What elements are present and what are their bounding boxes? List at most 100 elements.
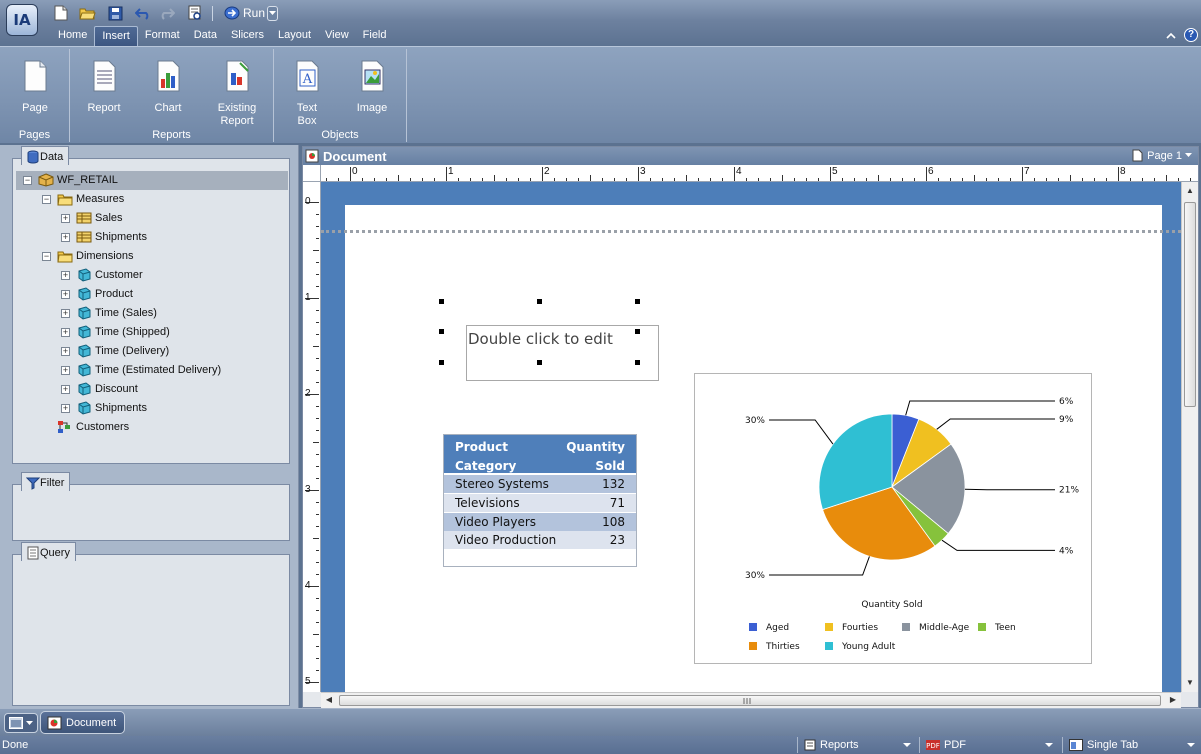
legend-label[interactable]: Aged xyxy=(766,623,789,633)
resize-handle[interactable] xyxy=(439,299,444,304)
undo-icon[interactable] xyxy=(134,4,152,22)
collapse-icon[interactable]: − xyxy=(42,195,51,204)
page-selector[interactable]: Page 1 xyxy=(1132,149,1192,162)
expand-icon[interactable]: + xyxy=(61,214,70,223)
collapse-icon[interactable]: − xyxy=(42,252,51,261)
expand-icon[interactable]: + xyxy=(61,347,70,356)
status-bar: Done Reports PDF PDF Single Tab xyxy=(0,736,1201,754)
column-header-quantity: Quantity xyxy=(566,440,625,454)
page-button[interactable]: Page xyxy=(17,59,53,115)
text-box[interactable]: Double click to edit xyxy=(466,325,659,381)
app-logo[interactable]: IA xyxy=(6,4,38,36)
tree-node-dimension[interactable]: + Time (Estimated Delivery) xyxy=(16,361,288,380)
tab-data[interactable]: Data xyxy=(187,26,224,46)
save-icon[interactable] xyxy=(106,4,124,22)
resize-handle[interactable] xyxy=(635,329,640,334)
legend-label[interactable]: Middle-Age xyxy=(919,623,970,633)
chart-button[interactable]: Chart xyxy=(148,59,188,115)
print-preview-icon[interactable] xyxy=(186,4,204,22)
expand-icon[interactable]: + xyxy=(61,328,70,337)
legend-label[interactable]: Teen xyxy=(994,623,1016,633)
legend-label[interactable]: Thirties xyxy=(765,642,800,652)
tree-node-dimension[interactable]: + Time (Sales) xyxy=(16,304,288,323)
ruler-tick xyxy=(842,178,843,181)
output-type-dropdown[interactable]: Reports xyxy=(797,737,917,753)
tab-format[interactable]: Format xyxy=(138,26,187,46)
tab-slicers[interactable]: Slicers xyxy=(224,26,271,46)
vertical-scrollbar[interactable]: ▲ ▼ xyxy=(1181,182,1198,692)
image-button[interactable]: Image xyxy=(352,59,392,115)
scroll-up-icon[interactable]: ▲ xyxy=(1183,184,1197,198)
tree-node-measure[interactable]: + Shipments xyxy=(16,228,288,247)
tree-node-dimension[interactable]: + Customer xyxy=(16,266,288,285)
tab-layout[interactable]: Layout xyxy=(271,26,318,46)
tree-node-measure[interactable]: + Sales xyxy=(16,209,288,228)
report-icon xyxy=(804,739,816,751)
resize-handle[interactable] xyxy=(439,360,444,365)
tree-node-customers[interactable]: Customers xyxy=(16,418,288,437)
data-panel-tab[interactable]: Data xyxy=(21,146,70,165)
tab-home[interactable]: Home xyxy=(51,26,94,46)
ruler-tick xyxy=(698,178,699,181)
format-dropdown[interactable]: PDF PDF xyxy=(919,737,1059,753)
expand-icon[interactable]: + xyxy=(61,366,70,375)
legend-label[interactable]: Fourties xyxy=(842,623,878,633)
ruler-tick xyxy=(1034,178,1035,181)
horizontal-scrollbar[interactable]: ◀ ▶ xyxy=(321,692,1181,708)
scroll-right-icon[interactable]: ▶ xyxy=(1166,693,1180,707)
tree-node-dimension[interactable]: + Time (Shipped) xyxy=(16,323,288,342)
expand-icon[interactable]: + xyxy=(61,233,70,242)
vertical-scroll-thumb[interactable] xyxy=(1184,202,1196,407)
scroll-left-icon[interactable]: ◀ xyxy=(322,693,336,707)
existing-report-button[interactable]: Existing Report xyxy=(211,59,263,128)
tree-node-dimension[interactable]: + Discount xyxy=(16,380,288,399)
expand-icon[interactable]: + xyxy=(61,404,70,413)
tree-node-label: WF_RETAIL xyxy=(57,174,118,186)
legend-label[interactable]: Young Adult xyxy=(841,642,896,652)
query-panel-tab[interactable]: Query xyxy=(21,542,76,561)
run-dropdown-button[interactable] xyxy=(267,5,279,21)
ruler-tick xyxy=(818,178,819,181)
document-tab[interactable]: Document xyxy=(40,711,126,734)
report-table[interactable]: Product Category Quantity Sold Stereo Sy… xyxy=(443,434,637,567)
tree-node-dimensions[interactable]: − Dimensions xyxy=(16,247,288,266)
report-button[interactable]: Report xyxy=(84,59,124,115)
expand-icon[interactable]: + xyxy=(61,385,70,394)
resize-handle[interactable] xyxy=(537,360,542,365)
resize-handle[interactable] xyxy=(635,299,640,304)
text-box-button[interactable]: A Text Box xyxy=(288,59,326,128)
document-page[interactable]: Double click to edit Product Category Qu… xyxy=(345,205,1162,692)
tree-node-dimension[interactable]: + Product xyxy=(16,285,288,304)
tab-field[interactable]: Field xyxy=(356,26,394,46)
tree-node-dimension[interactable]: + Shipments xyxy=(16,399,288,418)
layout-mode-dropdown[interactable]: Single Tab xyxy=(1062,737,1201,753)
collapse-icon[interactable]: − xyxy=(23,176,32,185)
resize-handle[interactable] xyxy=(439,329,444,334)
expand-icon[interactable]: + xyxy=(61,309,70,318)
tree-node-dimension[interactable]: + Time (Delivery) xyxy=(16,342,288,361)
filter-panel-tab[interactable]: Filter xyxy=(21,472,71,491)
tab-view[interactable]: View xyxy=(318,26,356,46)
tree-node-root[interactable]: − WF_RETAIL xyxy=(16,171,288,190)
tree-node-measures[interactable]: − Measures xyxy=(16,190,288,209)
run-button[interactable]: Run xyxy=(224,4,279,22)
document-canvas[interactable]: Double click to edit Product Category Qu… xyxy=(321,182,1181,692)
window-layout-button[interactable] xyxy=(4,713,38,733)
ruler-tick xyxy=(542,167,543,181)
collapse-ribbon-icon[interactable] xyxy=(1166,31,1176,41)
ruler-tick xyxy=(494,175,495,181)
help-icon[interactable]: ? xyxy=(1184,28,1198,42)
resize-handle[interactable] xyxy=(635,360,640,365)
redo-icon[interactable] xyxy=(158,4,176,22)
expand-icon[interactable]: + xyxy=(61,271,70,280)
vertical-ruler: 0 1 2 3 4 5 xyxy=(303,182,321,692)
ruler-tick xyxy=(470,178,471,181)
scroll-down-icon[interactable]: ▼ xyxy=(1183,676,1197,690)
new-document-icon[interactable] xyxy=(52,4,70,22)
pie-chart[interactable]: 6% 9% 21% 4% 30% 30% Quantity Sold Aged Fourties… xyxy=(694,373,1092,664)
open-folder-icon[interactable] xyxy=(78,4,96,22)
resize-handle[interactable] xyxy=(537,299,542,304)
expand-icon[interactable]: + xyxy=(61,290,70,299)
horizontal-scroll-thumb[interactable] xyxy=(339,695,1161,706)
tab-insert[interactable]: Insert xyxy=(94,26,138,46)
